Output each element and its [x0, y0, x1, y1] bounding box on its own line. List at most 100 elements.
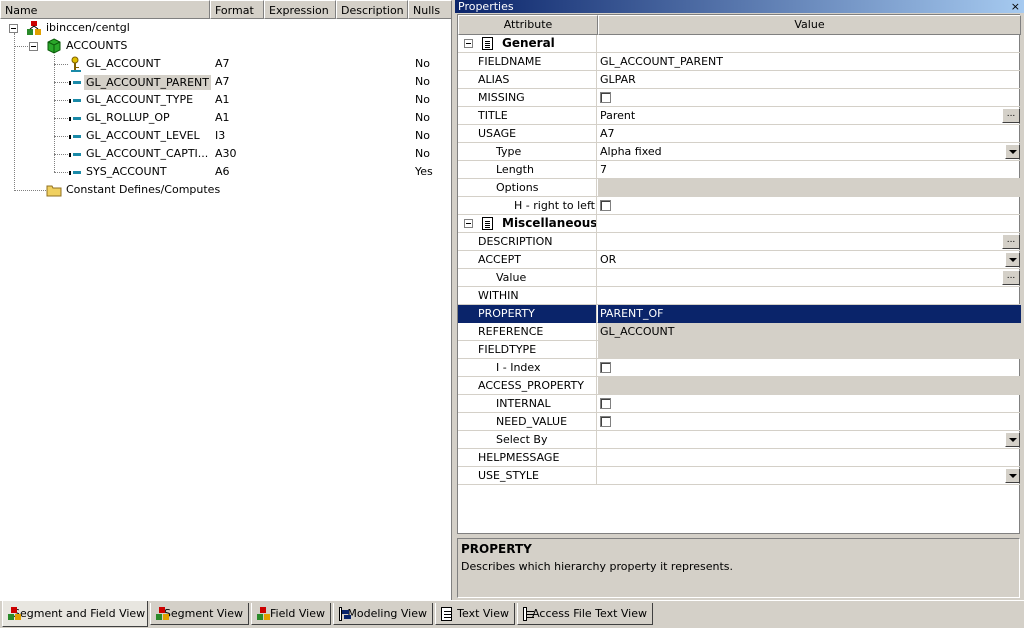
field-icon: [69, 97, 81, 105]
segment-cube-icon: [47, 38, 61, 54]
field-name: GL_ACCOUNT_PARENT: [84, 75, 211, 90]
property-row-right-to-left[interactable]: H - right to left: [458, 197, 1021, 215]
need-value-checkbox[interactable]: [600, 416, 611, 427]
property-row-description[interactable]: DESCRIPTION ...: [458, 233, 1021, 251]
category-label: General: [502, 36, 555, 50]
properties-pane: Properties × Attribute Value General FIE…: [455, 0, 1024, 600]
property-value[interactable]: GLPAR: [598, 71, 1021, 89]
ellipsis-button[interactable]: ...: [1002, 108, 1020, 123]
tab-text-view[interactable]: Text View: [435, 603, 515, 625]
attribute-column-header[interactable]: Attribute: [458, 15, 598, 35]
tree-row-constants[interactable]: Constant Defines/Computes: [0, 181, 452, 199]
value-column-header[interactable]: Value: [598, 15, 1021, 35]
right-to-left-checkbox[interactable]: [600, 200, 611, 211]
field-name: GL_ACCOUNT_CAPTI...: [86, 147, 209, 160]
category-miscellaneous[interactable]: Miscellaneous: [458, 215, 1021, 233]
property-row-need-value[interactable]: NEED_VALUE: [458, 413, 1021, 431]
property-row-fieldname[interactable]: FIELDNAME GL_ACCOUNT_PARENT: [458, 53, 1021, 71]
property-row-select-by[interactable]: Select By: [458, 431, 1021, 449]
tree-row-field[interactable]: GL_ACCOUNT_LEVEL I3 No: [0, 127, 452, 145]
tab-modeling-view[interactable]: Modeling View: [333, 603, 433, 625]
tab-field-view[interactable]: Field View: [251, 603, 331, 625]
tree-row-field-selected[interactable]: GL_ACCOUNT_PARENT A7 No: [0, 73, 452, 91]
property-row-accept[interactable]: ACCEPT OR: [458, 251, 1021, 269]
property-value[interactable]: Parent: [600, 109, 635, 122]
tree-row-field[interactable]: GL_ROLLUP_OP A1 No: [0, 109, 452, 127]
category-general[interactable]: General: [458, 35, 1021, 53]
property-value[interactable]: [598, 449, 1021, 467]
property-value-cell: [598, 395, 1021, 413]
internal-checkbox[interactable]: [600, 398, 611, 409]
dropdown-arrow-icon[interactable]: [1005, 252, 1020, 267]
tab-label: Field View: [270, 607, 325, 620]
dropdown-arrow-icon[interactable]: [1005, 144, 1020, 159]
field-icon: [69, 133, 81, 141]
property-row-index[interactable]: I - Index: [458, 359, 1021, 377]
tree-row-field[interactable]: SYS_ACCOUNT A6 Yes: [0, 163, 452, 181]
property-row-alias[interactable]: ALIAS GLPAR: [458, 71, 1021, 89]
property-row-use-style[interactable]: USE_STYLE: [458, 467, 1021, 485]
tree-row-root[interactable]: ibinccen/centgl: [0, 19, 452, 37]
view-tab-bar: Segment and Field View Segment View Fiel…: [0, 600, 1024, 628]
tree-row-field[interactable]: GL_ACCOUNT_TYPE A1 No: [0, 91, 452, 109]
dropdown-arrow-icon[interactable]: [1005, 432, 1020, 447]
field-format: A30: [215, 147, 237, 160]
field-nulls: No: [415, 147, 430, 160]
property-value[interactable]: Alpha fixed: [600, 145, 662, 158]
property-row-options[interactable]: Options: [458, 179, 1021, 197]
tab-segment-and-field-view[interactable]: Segment and Field View: [2, 601, 148, 627]
property-row-value[interactable]: Value ...: [458, 269, 1021, 287]
tab-access-file-text-view[interactable]: Access File Text View: [517, 603, 653, 625]
property-value-cell: OR: [598, 251, 1021, 269]
property-value[interactable]: [598, 287, 1021, 305]
category-page-icon: [482, 37, 493, 50]
field-icon: [69, 151, 81, 159]
column-header-description[interactable]: Description: [336, 0, 408, 19]
property-value[interactable]: PARENT_OF: [598, 305, 1021, 323]
property-value-cell: [598, 413, 1021, 431]
column-header-format[interactable]: Format: [210, 0, 264, 19]
property-row-reference[interactable]: REFERENCE GL_ACCOUNT: [458, 323, 1021, 341]
collapse-toggle[interactable]: [464, 219, 473, 228]
collapse-toggle[interactable]: [29, 42, 38, 51]
tree-root-label: ibinccen/centgl: [46, 21, 130, 34]
ellipsis-button[interactable]: ...: [1002, 234, 1020, 249]
tab-label: Segment View: [163, 607, 243, 620]
property-value[interactable]: GL_ACCOUNT_PARENT: [598, 53, 1021, 71]
column-header-nulls[interactable]: Nulls: [408, 0, 452, 19]
property-row-title[interactable]: TITLE Parent ...: [458, 107, 1021, 125]
tab-segment-view[interactable]: Segment View: [150, 603, 249, 625]
tree-row-segment[interactable]: ACCOUNTS: [0, 37, 452, 55]
ellipsis-button[interactable]: ...: [1002, 270, 1020, 285]
property-row-length[interactable]: Length 7: [458, 161, 1021, 179]
collapse-toggle[interactable]: [464, 39, 473, 48]
dropdown-arrow-icon[interactable]: [1005, 468, 1020, 483]
property-label: FIELDTYPE: [458, 341, 597, 359]
column-header-name[interactable]: Name: [0, 0, 210, 19]
property-row-missing[interactable]: MISSING: [458, 89, 1021, 107]
property-row-access-property[interactable]: ACCESS_PROPERTY: [458, 377, 1021, 395]
field-tree-pane: Name Format Expression Description Nulls…: [0, 0, 452, 600]
field-icon: [69, 115, 81, 123]
tree-connector: [54, 118, 68, 119]
collapse-toggle[interactable]: [9, 24, 18, 33]
column-header-expression[interactable]: Expression: [264, 0, 336, 19]
index-checkbox[interactable]: [600, 362, 611, 373]
property-row-type[interactable]: Type Alpha fixed: [458, 143, 1021, 161]
property-value[interactable]: OR: [600, 253, 616, 266]
category-value-cell: [598, 35, 1021, 53]
property-row-within[interactable]: WITHIN: [458, 287, 1021, 305]
property-label: DESCRIPTION: [458, 233, 597, 251]
close-icon[interactable]: ×: [1011, 0, 1020, 13]
tree-row-field[interactable]: GL_ACCOUNT_CAPTI... A30 No: [0, 145, 452, 163]
missing-checkbox[interactable]: [600, 92, 611, 103]
property-row-fieldtype[interactable]: FIELDTYPE: [458, 341, 1021, 359]
property-row-usage[interactable]: USAGE A7: [458, 125, 1021, 143]
property-row-property-selected[interactable]: PROPERTY PARENT_OF: [458, 305, 1021, 323]
tree-body: ibinccen/centgl ACCOUNTS GL_ACCOUNT A7 N…: [0, 19, 452, 599]
property-value[interactable]: 7: [598, 161, 1021, 179]
tree-row-field[interactable]: GL_ACCOUNT A7 No: [0, 55, 452, 73]
property-row-internal[interactable]: INTERNAL: [458, 395, 1021, 413]
property-value[interactable]: A7: [598, 125, 1021, 143]
property-row-helpmessage[interactable]: HELPMESSAGE: [458, 449, 1021, 467]
